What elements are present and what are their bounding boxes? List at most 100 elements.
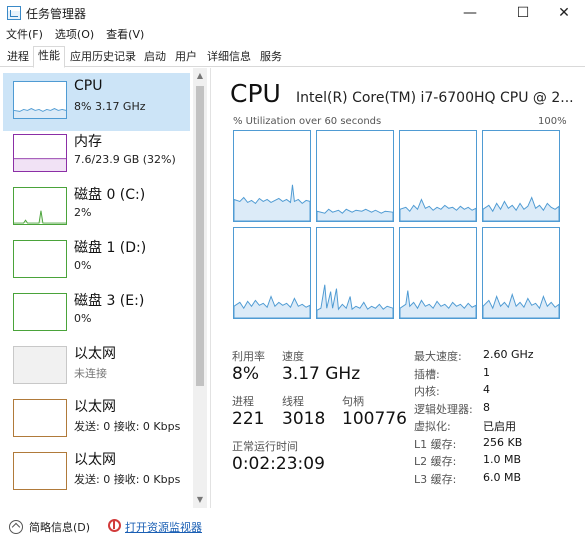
disk-thumbnail — [13, 240, 67, 278]
info-value-virtualization: 已启用 — [483, 420, 516, 433]
sidebar-item-subtitle: 0% — [74, 312, 92, 325]
close-button[interactable]: ✕ — [543, 0, 585, 26]
chevron-up-icon[interactable] — [9, 520, 23, 534]
sidebar-scrollbar[interactable]: ▲ ▼ — [193, 68, 207, 508]
ethernet-thumbnail — [13, 452, 67, 490]
info-label-max-speed: 最大速度: — [414, 350, 462, 363]
cpu-core-graph[interactable] — [482, 130, 560, 222]
info-value-l2-cache: 1.0 MB — [483, 453, 522, 466]
handles-label: 句柄 — [342, 395, 364, 408]
tab-startup[interactable]: 启动 — [140, 48, 170, 67]
sidebar-item-ethernet-2[interactable]: 以太网 发送: 0 接收: 0 Kbps — [3, 391, 190, 449]
sidebar-item-subtitle: 2% — [74, 206, 92, 219]
cpu-core-graph[interactable] — [316, 130, 394, 222]
minimize-button[interactable]: — — [447, 0, 493, 26]
utilization-axis-label: % Utilization over 60 seconds — [233, 116, 382, 127]
utilization-value: 8% — [232, 364, 259, 384]
info-value-max-speed: 2.60 GHz — [483, 348, 534, 361]
sidebar-item-disk-3[interactable]: 磁盘 3 (E:) 0% — [3, 285, 190, 343]
memory-thumbnail — [13, 134, 67, 172]
threads-value: 3018 — [282, 409, 326, 429]
utilization-label: 利用率 — [232, 350, 265, 363]
window-title: 任务管理器 — [26, 7, 87, 21]
cpu-core-graph[interactable] — [482, 227, 560, 319]
threads-label: 线程 — [282, 395, 304, 408]
scroll-thumb[interactable] — [196, 86, 204, 386]
tab-services[interactable]: 服务 — [256, 48, 286, 67]
footer: 简略信息(D) 打开资源监视器 — [0, 512, 585, 545]
info-value-cores: 4 — [483, 383, 490, 396]
cpu-core-graph[interactable] — [233, 227, 311, 319]
task-manager-icon — [7, 6, 21, 20]
sidebar-item-memory[interactable]: 内存 7.6/23.9 GB (32%) — [3, 126, 190, 184]
sidebar-item-title: 磁盘 0 (C:) — [74, 187, 146, 203]
page-title: CPU — [230, 79, 281, 108]
minimize-icon: — — [463, 5, 477, 21]
resource-monitor-icon[interactable] — [108, 519, 121, 532]
cpu-model: Intel(R) Core(TM) i7-6700HQ CPU @ 2... — [296, 90, 574, 106]
sidebar-item-title: 以太网 — [74, 399, 116, 415]
menu-view[interactable]: 查看(V) — [100, 26, 150, 45]
sidebar-item-subtitle: 发送: 0 接收: 0 Kbps — [74, 473, 181, 486]
info-label-l2-cache: L2 缓存: — [414, 455, 457, 468]
uptime-label: 正常运行时间 — [232, 440, 298, 453]
tab-processes[interactable]: 进程 — [3, 48, 33, 67]
sidebar-item-subtitle: 0% — [74, 259, 92, 272]
maximize-icon: ☐ — [516, 5, 530, 21]
info-label-cores: 内核: — [414, 385, 440, 398]
sidebar-item-subtitle: 发送: 0 接收: 0 Kbps — [74, 420, 181, 433]
cpu-core-graph[interactable] — [399, 227, 477, 319]
sidebar-item-subtitle: 7.6/23.9 GB (32%) — [74, 153, 176, 166]
menu-bar: 文件(F) 选项(O) 查看(V) — [0, 26, 150, 45]
maximize-button[interactable]: ☐ — [500, 0, 546, 26]
fewer-details-button[interactable]: 简略信息(D) — [29, 519, 90, 535]
menu-file[interactable]: 文件(F) — [0, 26, 49, 45]
info-label-sockets: 插槽: — [414, 368, 440, 381]
info-label-l1-cache: L1 缓存: — [414, 438, 457, 451]
processes-value: 221 — [232, 409, 265, 429]
info-label-virtualization: 虚拟化: — [414, 420, 451, 433]
sidebar-item-title: CPU — [74, 78, 103, 94]
tab-users[interactable]: 用户 — [171, 48, 201, 67]
open-resource-monitor-link[interactable]: 打开资源监视器 — [125, 519, 202, 535]
info-value-l1-cache: 256 KB — [483, 436, 523, 449]
info-value-logical-processors: 8 — [483, 401, 490, 414]
speed-label: 速度 — [282, 350, 304, 363]
tab-performance[interactable]: 性能 — [33, 46, 65, 68]
sidebar-item-ethernet-disconnected[interactable]: 以太网 未连接 — [3, 338, 190, 396]
utilization-axis-max: 100% — [538, 116, 567, 127]
processes-label: 进程 — [232, 395, 254, 408]
disk-thumbnail — [13, 293, 67, 331]
sidebar-item-disk-0[interactable]: 磁盘 0 (C:) 2% — [3, 179, 190, 237]
close-icon: ✕ — [558, 5, 570, 21]
cpu-core-graph[interactable] — [399, 130, 477, 222]
sidebar-item-disk-1[interactable]: 磁盘 1 (D:) 0% — [3, 232, 190, 290]
cpu-core-graph[interactable] — [233, 130, 311, 222]
info-value-sockets: 1 — [483, 366, 490, 379]
ethernet-thumbnail — [13, 346, 67, 384]
sidebar-item-title: 磁盘 3 (E:) — [74, 293, 145, 309]
sidebar-item-title: 以太网 — [74, 346, 116, 362]
tab-app-history[interactable]: 应用历史记录 — [66, 48, 140, 67]
cpu-thumbnail — [13, 81, 67, 119]
scroll-up-arrow-icon[interactable]: ▲ — [195, 71, 205, 81]
ethernet-thumbnail — [13, 399, 67, 437]
tab-bar: 进程 性能 应用历史记录 启动 用户 详细信息 服务 — [0, 45, 585, 68]
info-label-logical-processors: 逻辑处理器: — [414, 403, 473, 416]
resource-list: CPU 8% 3.17 GHz 内存 7.6/23.9 GB (32%) 磁盘 … — [0, 68, 210, 508]
disk-thumbnail — [13, 187, 67, 225]
scroll-down-arrow-icon[interactable]: ▼ — [195, 495, 205, 505]
tab-details[interactable]: 详细信息 — [203, 48, 255, 67]
uptime-value: 0:02:23:09 — [232, 454, 325, 474]
sidebar-item-title: 内存 — [74, 134, 102, 150]
title-bar: 任务管理器 — ☐ ✕ — [0, 0, 585, 26]
sidebar-item-subtitle: 未连接 — [74, 367, 107, 380]
pane-divider[interactable] — [210, 68, 211, 508]
sidebar-item-title: 以太网 — [74, 452, 116, 468]
sidebar-item-cpu[interactable]: CPU 8% 3.17 GHz — [3, 73, 190, 131]
cpu-core-graph[interactable] — [316, 227, 394, 319]
sidebar-item-title: 磁盘 1 (D:) — [74, 240, 147, 256]
menu-options[interactable]: 选项(O) — [49, 26, 100, 45]
sidebar-item-ethernet-3[interactable]: 以太网 发送: 0 接收: 0 Kbps — [3, 444, 190, 502]
info-value-l3-cache: 6.0 MB — [483, 471, 522, 484]
